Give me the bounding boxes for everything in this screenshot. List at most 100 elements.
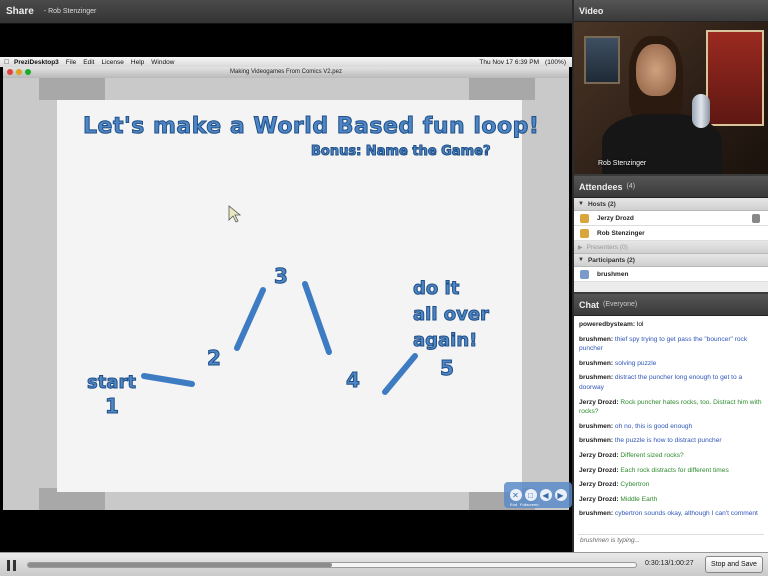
host-icon (580, 213, 589, 223)
chat-message: brushmen: thief spy trying to get pass t… (579, 335, 763, 354)
pause-icon (6, 559, 10, 571)
label-start: start (87, 372, 137, 394)
fullscreen-label: Fullscreen (520, 502, 539, 507)
category-hosts[interactable]: ▼ Hosts (2) (574, 198, 768, 211)
category-participants-label: Participants (2) (587, 256, 635, 264)
stop-and-save-button[interactable]: Stop and Save (705, 556, 763, 573)
chat-message: Jerzy Drozd: Different sized rocks? (579, 451, 763, 461)
end-button[interactable]: ✕ (509, 489, 522, 501)
pause-button[interactable] (4, 558, 18, 572)
chat-text: the puzzle is how to distract puncher (613, 437, 722, 445)
fullscreen-button[interactable]: □ (524, 489, 537, 501)
menu-app-name[interactable]: PreziDesktop3 (14, 59, 59, 66)
playback-bar: 0:30:13/1:00:27 Stop and Save (0, 552, 768, 576)
chat-sender: poweredbysteam: (579, 321, 636, 328)
chat-text: Cybertron (618, 481, 650, 489)
chat-message: brushmen: the puzzle is how to distract … (579, 436, 763, 446)
chat-message: poweredbysteam: lol (579, 320, 763, 330)
document-titlebar: Making Videogames From Comics V2.pez (3, 67, 569, 78)
chat-sender: Jerzy Drozd: (579, 398, 619, 406)
chat-message: brushmen: solving puzzle (579, 359, 763, 369)
attendees-title: Attendees (579, 181, 623, 192)
attendee-list: ▼ Hosts (2) Jerzy Drozd Rob Stenzinger ▶… (574, 198, 768, 282)
label-step-2: 2 (207, 346, 222, 371)
menu-help[interactable]: Help (131, 59, 144, 66)
document-title: Making Videogames From Comics V2.pez (230, 69, 342, 75)
apple-icon[interactable]:  (4, 59, 14, 66)
chat-pod-header: Chat (Everyone) (574, 294, 768, 316)
attendee-name: brushmen (597, 270, 629, 278)
menu-license[interactable]: License (101, 59, 123, 66)
frame-bracket (469, 78, 535, 100)
label-step-3: 3 (274, 264, 289, 289)
attendee-row[interactable]: Rob Stenzinger (574, 226, 768, 241)
next-step-button[interactable]: ▶ (554, 489, 567, 501)
menu-edit[interactable]: Edit (83, 59, 94, 66)
video-wall-poster (584, 36, 620, 84)
expand-triangle-icon[interactable]: ▶ (578, 244, 583, 251)
chat-text: Each rock distracts for different times (618, 466, 729, 474)
battery-status: (100%) (545, 58, 566, 66)
category-presenters[interactable]: ▶ Presenters (0) (574, 241, 768, 254)
end-label: End (510, 502, 518, 507)
label-step-1: 1 (105, 394, 120, 419)
attendee-row[interactable]: Jerzy Drozd (574, 211, 768, 226)
video-wall-poster (706, 30, 764, 126)
window-controls (7, 69, 31, 75)
share-pod-header: Share - Rob Stenzinger (0, 0, 572, 24)
attendee-name: Rob Stenzinger (597, 229, 645, 237)
microphone (692, 94, 710, 128)
label-step-5: 5 (440, 356, 455, 381)
category-participants[interactable]: ▼ Participants (2) (574, 254, 768, 267)
share-title: Share (6, 6, 34, 17)
loop-line-3-4 (302, 281, 332, 355)
attendees-pod: Attendees (4) ▼ Hosts (2) Jerzy Drozd Ro… (574, 176, 768, 292)
label-do-line-1: do it (413, 278, 460, 300)
loop-line-2-3 (234, 287, 266, 351)
label-do-it: do it all over again! (413, 276, 490, 354)
chat-message: brushmen: cybertron sounds okay, althoug… (579, 509, 763, 519)
chat-message: Jerzy Drozd: Middle Earth (579, 495, 763, 505)
chat-message-list[interactable]: poweredbysteam: lol brushmen: thief spy t… (574, 317, 768, 529)
chat-sender: Jerzy Drozd: (579, 481, 619, 489)
chat-message: Jerzy Drozd: Rock puncher hates rocks, t… (579, 398, 763, 417)
expand-triangle-icon[interactable]: ▼ (578, 201, 584, 207)
chat-text: lol (635, 321, 644, 328)
attendee-row[interactable]: brushmen (574, 267, 768, 282)
webcam-video: Rob Stenzinger (574, 22, 768, 174)
chat-sender: Jerzy Drozd: (579, 451, 619, 459)
chat-sender: brushmen: (579, 359, 614, 367)
loop-line-1-2 (141, 373, 195, 387)
minimize-window-icon[interactable] (16, 69, 22, 75)
chat-typing-indicator: brushmen is typing... (578, 534, 764, 548)
prezi-controls: ✕ □ ◀ ▶ End Fullscreen (504, 482, 572, 508)
attendees-count: (4) (626, 183, 636, 190)
label-do-line-3: again! (413, 330, 478, 352)
video-title: Video (579, 5, 604, 16)
close-window-icon[interactable] (7, 69, 13, 75)
chat-pod: Chat (Everyone) poweredbysteam: lol brush… (574, 294, 768, 552)
video-pod-header: Video (574, 0, 768, 22)
chat-sender: Jerzy Drozd: (579, 495, 619, 503)
chat-title: Chat (579, 299, 599, 310)
chat-sender: brushmen: (579, 510, 614, 518)
prev-step-button[interactable]: ◀ (539, 489, 552, 501)
chat-sender: brushmen: (579, 422, 614, 430)
expand-triangle-icon[interactable]: ▼ (578, 257, 584, 263)
chat-text: oh no, this is good enough (613, 422, 693, 430)
mouse-cursor-icon (228, 205, 242, 223)
menu-window[interactable]: Window (151, 59, 174, 66)
playback-scrubber[interactable] (27, 562, 637, 568)
playback-time: 0:30:13/1:00:27 (645, 560, 694, 567)
chat-message: Jerzy Drozd: Each rock distracts for dif… (579, 466, 763, 476)
loop-line-4-5 (382, 353, 418, 395)
label-do-line-2: all over (413, 304, 490, 326)
prezi-canvas[interactable]: Let's make a World Based fun loop! Bonus… (3, 78, 569, 510)
chat-scope: (Everyone) (603, 301, 638, 308)
attendee-name: Jerzy Drozd (597, 214, 634, 222)
zoom-window-icon[interactable] (25, 69, 31, 75)
video-name-label: Rob Stenzinger (598, 160, 647, 167)
right-column: Video Rob Stenzinger Attendees (4) ▼ Hos… (574, 0, 768, 552)
video-person-face (636, 44, 676, 96)
menu-file[interactable]: File (66, 59, 76, 66)
